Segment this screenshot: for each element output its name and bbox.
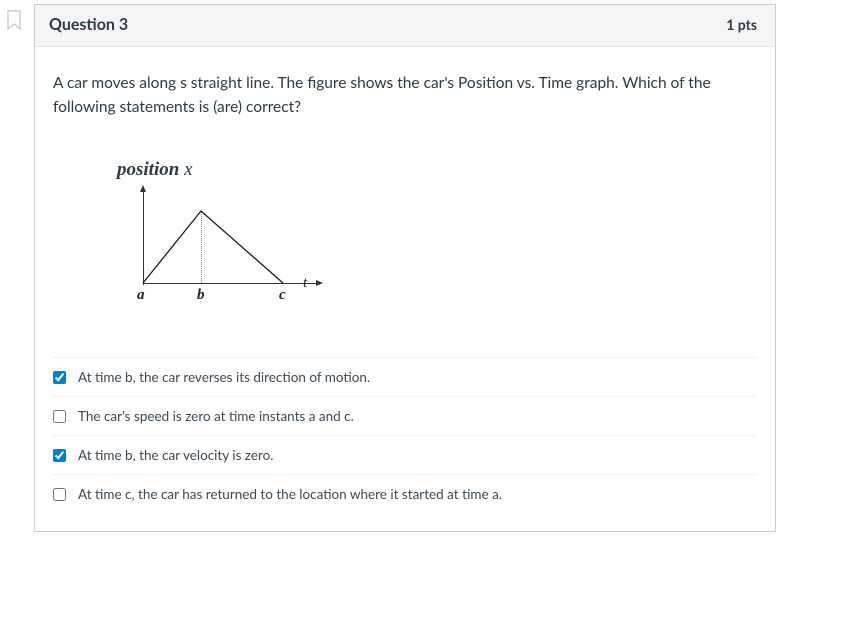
question-title: Question 3 [49,15,128,34]
question-header: Question 3 1 pts [35,5,775,47]
y-axis-word: position [117,159,179,180]
tick-a: a [137,287,145,304]
plot-line [121,187,331,307]
bookmark-icon[interactable] [6,10,22,30]
choice-row[interactable]: At time c, the car has returned to the l… [53,475,757,513]
question-points: 1 pts [726,16,757,33]
choice-row[interactable]: At time b, the car reverses its directio… [53,358,757,397]
choice-checkbox[interactable] [53,449,66,462]
tick-c: c [279,287,286,304]
choice-label: At time b, the car reverses its directio… [78,369,370,385]
y-axis-var: x [184,159,192,180]
choice-label: At time b, the car velocity is zero. [78,447,273,463]
choice-label: At time c, the car has returned to the l… [78,486,502,502]
choice-row[interactable]: At time b, the car velocity is zero. [53,436,757,475]
question-body: A car moves along s straight line. The f… [35,47,775,531]
question-card: Question 3 1 pts A car moves along s str… [34,4,776,532]
choice-checkbox[interactable] [53,371,66,384]
x-axis-var: t [303,275,307,292]
choice-checkbox[interactable] [53,410,66,423]
choice-label: The car's speed is zero at time instants… [78,408,354,424]
choice-row[interactable]: The car's speed is zero at time instants… [53,397,757,436]
y-axis-label: position x [117,159,757,181]
answer-choices: At time b, the car reverses its directio… [53,357,757,513]
position-time-chart: a b c t [121,187,331,307]
tick-b: b [197,287,205,304]
figure-area: position x a b c t [53,145,757,317]
choice-checkbox[interactable] [53,488,66,501]
question-prompt: A car moves along s straight line. The f… [53,71,757,119]
